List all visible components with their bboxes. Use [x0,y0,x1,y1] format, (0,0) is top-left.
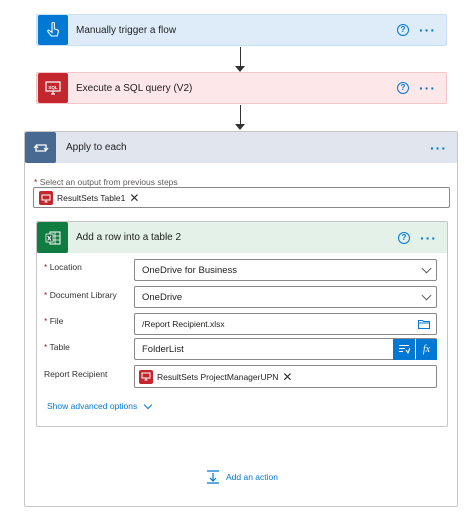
connector-line [240,105,241,126]
sql-title: Execute a SQL query (V2) [76,82,193,94]
dynamic-content-icon [399,344,410,355]
table-label: * Table [44,342,70,352]
help-icon[interactable]: ? [397,24,409,36]
trigger-title: Manually trigger a flow [76,24,177,36]
select-output-label: * Select an output from previous steps [34,177,178,187]
table-input[interactable]: FolderList [134,338,437,360]
add-action-icon [207,470,219,484]
file-label: * File [44,316,64,326]
sql-icon [139,369,153,384]
help-icon[interactable]: ? [398,231,410,244]
sql-icon: SQL [38,73,68,103]
loop-icon [25,132,56,163]
resultsets-table1-token[interactable]: ResultSets Table1 ✕ [38,190,144,206]
hand-touch-icon [38,15,68,45]
more-options-icon[interactable]: ··· [419,23,436,37]
add-row-header[interactable]: Add a row into a table 2 ? ··· [37,222,447,253]
report-recipient-field[interactable]: ResultSets ProjectManagerUPN ✕ [134,365,437,388]
location-label: * Location [44,262,82,272]
svg-text:SQL: SQL [48,85,58,90]
sql-icon [39,191,53,205]
chevron-down-icon [421,290,432,301]
connector-line [240,47,241,68]
apply-header[interactable]: Apply to each ··· [25,132,457,163]
location-dropdown[interactable]: OneDrive for Business [134,259,437,281]
add-action-button[interactable]: Add an action [206,470,278,484]
fx-icon: fx [422,344,431,355]
select-output-field[interactable]: ResultSets Table1 ✕ [33,187,450,208]
chevron-down-icon [144,400,153,409]
connector-arrow-icon [235,124,245,130]
dynamic-content-button[interactable] [393,339,415,360]
help-icon[interactable]: ? [397,82,409,94]
add-row-title: Add a row into a table 2 [76,232,182,243]
document-library-dropdown[interactable]: OneDrive [134,286,437,308]
report-recipient-label: Report Recipient [44,369,108,379]
trigger-card[interactable]: Manually trigger a flow ? ··· [36,14,447,46]
remove-token-icon[interactable]: ✕ [129,192,139,204]
remove-token-icon[interactable]: ✕ [282,371,292,383]
sql-card[interactable]: SQL Execute a SQL query (V2) ? ··· [36,72,447,104]
projectmanagerupn-token[interactable]: ResultSets ProjectManagerUPN ✕ [138,368,297,385]
excel-icon [37,222,68,253]
expression-button[interactable]: fx [416,339,437,360]
more-options-icon[interactable]: ··· [420,231,437,245]
folder-icon[interactable] [418,319,430,331]
more-options-icon[interactable]: ··· [430,141,447,155]
file-picker[interactable]: /Report Recipient.xlsx [134,313,437,335]
more-options-icon[interactable]: ··· [419,81,436,95]
show-advanced-options-link[interactable]: Show advanced options [47,400,153,411]
chevron-down-icon [421,263,432,274]
document-library-label: * Document Library [44,290,117,300]
apply-title: Apply to each [66,142,127,153]
